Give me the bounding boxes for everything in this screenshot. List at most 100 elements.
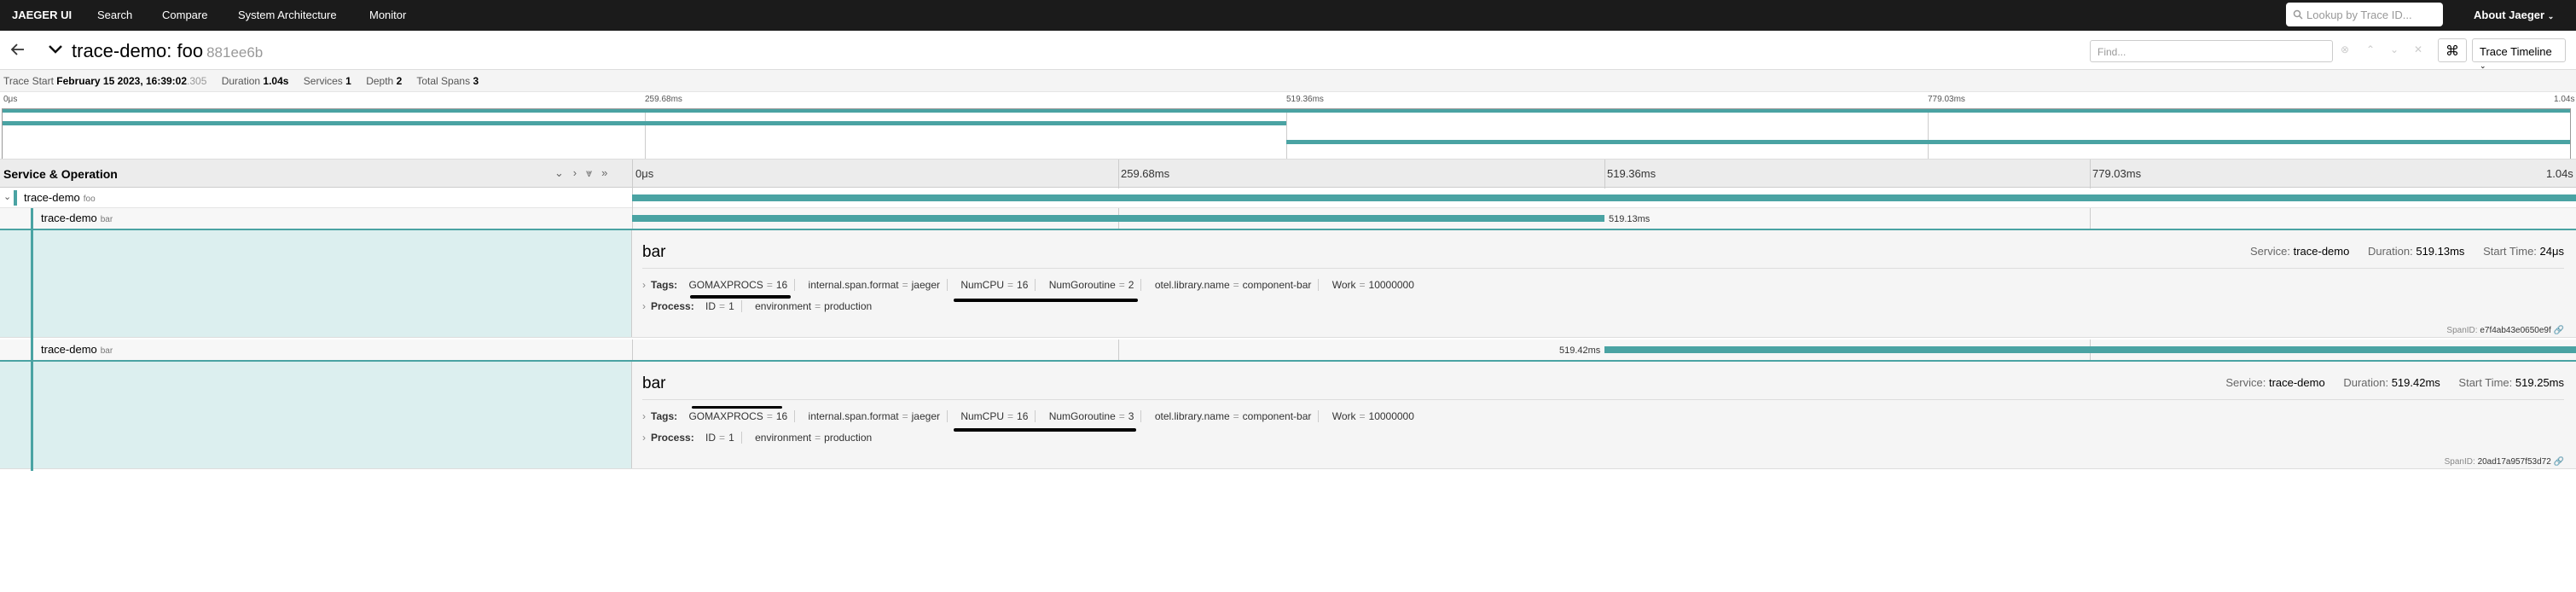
collapse-one-icon[interactable]: ⌄ bbox=[554, 166, 564, 179]
span-name: bar bbox=[642, 243, 666, 261]
process-key: ID bbox=[705, 300, 717, 312]
span-id-label: SpanID: bbox=[2446, 326, 2478, 335]
process-label: Process: bbox=[651, 300, 694, 312]
tag-key: Work bbox=[1332, 410, 1356, 422]
tree-line bbox=[31, 340, 33, 360]
find-input[interactable]: Find... bbox=[2090, 40, 2333, 62]
span-id: SpanID: 20ad17a957f53d72 🔗 bbox=[2445, 457, 2564, 467]
trace-title: trace-demo: foo 881ee6b bbox=[72, 40, 263, 62]
minimap-span-bar bbox=[3, 109, 2570, 113]
process-section[interactable]: › Process: ID = 1 environment = production bbox=[642, 300, 889, 312]
divider bbox=[642, 399, 2564, 400]
gridline bbox=[2090, 160, 2091, 189]
span-detail: bar Service: trace-demo Duration: 519.42… bbox=[0, 360, 2576, 471]
tag-key: otel.library.name bbox=[1154, 279, 1230, 291]
trace-minimap[interactable]: 0μs 259.68ms 519.36ms 779.03ms 1.04s bbox=[0, 92, 2576, 160]
tag-pair: internal.span.format = jaeger bbox=[808, 410, 948, 422]
total-spans-value: 3 bbox=[473, 75, 479, 87]
expand-one-icon[interactable]: › bbox=[573, 166, 577, 179]
column-divider[interactable] bbox=[632, 160, 633, 189]
chevron-right-icon[interactable]: › bbox=[642, 279, 646, 291]
top-nav: JAEGER UI Search Compare System Architec… bbox=[0, 0, 2576, 31]
collapse-controls: ⌄ › ⩔ » bbox=[554, 166, 607, 180]
tags-section[interactable]: › Tags: GOMAXPROCS = 16 internal.span.forma… bbox=[642, 279, 1431, 291]
span-detail-gutter bbox=[0, 230, 632, 340]
next-match-icon[interactable]: ⌄ bbox=[2390, 44, 2399, 55]
tag-pair: otel.library.name = component-bar bbox=[1154, 410, 1320, 422]
start-time-label: Start Time: bbox=[2458, 376, 2513, 389]
nav-monitor[interactable]: Monitor bbox=[369, 9, 406, 21]
chevron-right-icon[interactable]: › bbox=[642, 432, 646, 444]
back-arrow-icon[interactable] bbox=[10, 43, 26, 56]
collapse-chevron-icon[interactable] bbox=[48, 44, 63, 55]
chevron-down-icon[interactable]: ⌄ bbox=[3, 191, 11, 202]
trace-meta: Trace Start February 15 2023, 16:39:02.3… bbox=[0, 70, 2576, 92]
depth-value: 2 bbox=[396, 75, 403, 87]
nav-search[interactable]: Search bbox=[97, 9, 132, 21]
minimap-span-bar bbox=[1286, 140, 2570, 144]
tag-value: jaeger bbox=[911, 410, 940, 422]
minimap-tick: 259.68ms bbox=[645, 95, 682, 104]
tags-label: Tags: bbox=[651, 410, 678, 422]
gridline bbox=[1604, 160, 1605, 189]
expand-all-icon[interactable]: » bbox=[601, 166, 607, 179]
tags-section[interactable]: › Tags: GOMAXPROCS = 16 internal.span.forma… bbox=[642, 410, 1431, 422]
clear-search-icon[interactable]: ✕ bbox=[2414, 44, 2422, 55]
lookup-placeholder: Lookup by Trace ID... bbox=[2306, 9, 2412, 21]
span-bar[interactable] bbox=[632, 194, 2576, 201]
span-row[interactable]: ⌄ trace-demo foo bbox=[0, 188, 2576, 208]
trace-header: trace-demo: foo 881ee6b Find... ⊗ ⌃ ⌄ ✕ ⌘… bbox=[0, 31, 2576, 70]
tag-pair: GOMAXPROCS = 16 bbox=[688, 410, 796, 422]
tag-key: GOMAXPROCS bbox=[688, 279, 763, 291]
span-service-name: trace-demo bar bbox=[41, 343, 113, 356]
about-jaeger-menu[interactable]: About Jaeger ⌄ bbox=[2474, 9, 2554, 21]
span-bar[interactable] bbox=[632, 215, 1604, 222]
operation-name: bar bbox=[100, 215, 113, 224]
tag-pair: Work = 10000000 bbox=[1332, 410, 1414, 422]
tree-line bbox=[31, 230, 33, 340]
tag-pair: otel.library.name = component-bar bbox=[1154, 279, 1320, 291]
keyboard-shortcuts-button[interactable]: ⌘ bbox=[2438, 38, 2467, 62]
trace-id-lookup-input[interactable]: Lookup by Trace ID... bbox=[2286, 3, 2443, 26]
span-bar[interactable] bbox=[1604, 346, 2576, 353]
nav-compare[interactable]: Compare bbox=[162, 9, 207, 21]
tags-label: Tags: bbox=[651, 279, 678, 291]
span-duration-label: 519.42ms bbox=[1559, 345, 1601, 356]
process-key: ID bbox=[705, 432, 717, 444]
chevron-right-icon[interactable]: › bbox=[642, 410, 646, 422]
tag-key: NumCPU bbox=[960, 410, 1004, 422]
trace-start-label: Trace Start bbox=[3, 75, 54, 87]
span-row[interactable]: trace-demo bar 519.42ms bbox=[0, 340, 2576, 360]
service-name: trace-demo bbox=[41, 212, 97, 224]
link-icon[interactable]: 🔗 bbox=[2554, 326, 2564, 335]
nav-system-architecture[interactable]: System Architecture bbox=[238, 9, 337, 21]
prev-match-icon[interactable]: ⌃ bbox=[2366, 44, 2375, 55]
tag-pair: Work = 10000000 bbox=[1332, 279, 1414, 291]
process-key: environment bbox=[755, 300, 812, 312]
process-section[interactable]: › Process: ID = 1 environment = production bbox=[642, 432, 889, 444]
trace-title-text: trace-demo: foo bbox=[72, 40, 204, 61]
minimap-viewport[interactable] bbox=[2, 108, 2571, 160]
service-value: trace-demo bbox=[2293, 245, 2350, 258]
duration-label: Duration bbox=[221, 75, 261, 87]
services-label: Services bbox=[303, 75, 343, 87]
minimap-gridline bbox=[1286, 109, 1287, 159]
column-divider bbox=[632, 340, 633, 360]
span-row[interactable]: trace-demo bar 519.13ms bbox=[0, 208, 2576, 229]
timeline-tick: 1.04s bbox=[2546, 167, 2573, 180]
minimap-span-bar bbox=[3, 121, 1286, 125]
total-spans-label: Total Spans bbox=[416, 75, 471, 87]
start-time-value: 519.25ms bbox=[2515, 376, 2564, 389]
chevron-right-icon[interactable]: › bbox=[642, 300, 646, 312]
collapse-all-icon[interactable]: ⩔ bbox=[586, 166, 592, 179]
tag-value: component-bar bbox=[1242, 410, 1312, 422]
process-pair: environment = production bbox=[755, 300, 873, 312]
span-service-name: trace-demo bar bbox=[41, 212, 113, 224]
tag-pair: NumGoroutine = 3 bbox=[1048, 410, 1142, 422]
span-detail-body: bar Service: trace-demo Duration: 519.42… bbox=[632, 362, 2576, 468]
link-icon[interactable]: 🔗 bbox=[2554, 457, 2564, 467]
brand-logo[interactable]: JAEGER UI bbox=[12, 9, 72, 21]
trace-id: 881ee6b bbox=[206, 44, 264, 61]
target-icon[interactable]: ⊗ bbox=[2341, 44, 2349, 55]
view-selector[interactable]: Trace Timeline ⌄ bbox=[2472, 38, 2566, 70]
